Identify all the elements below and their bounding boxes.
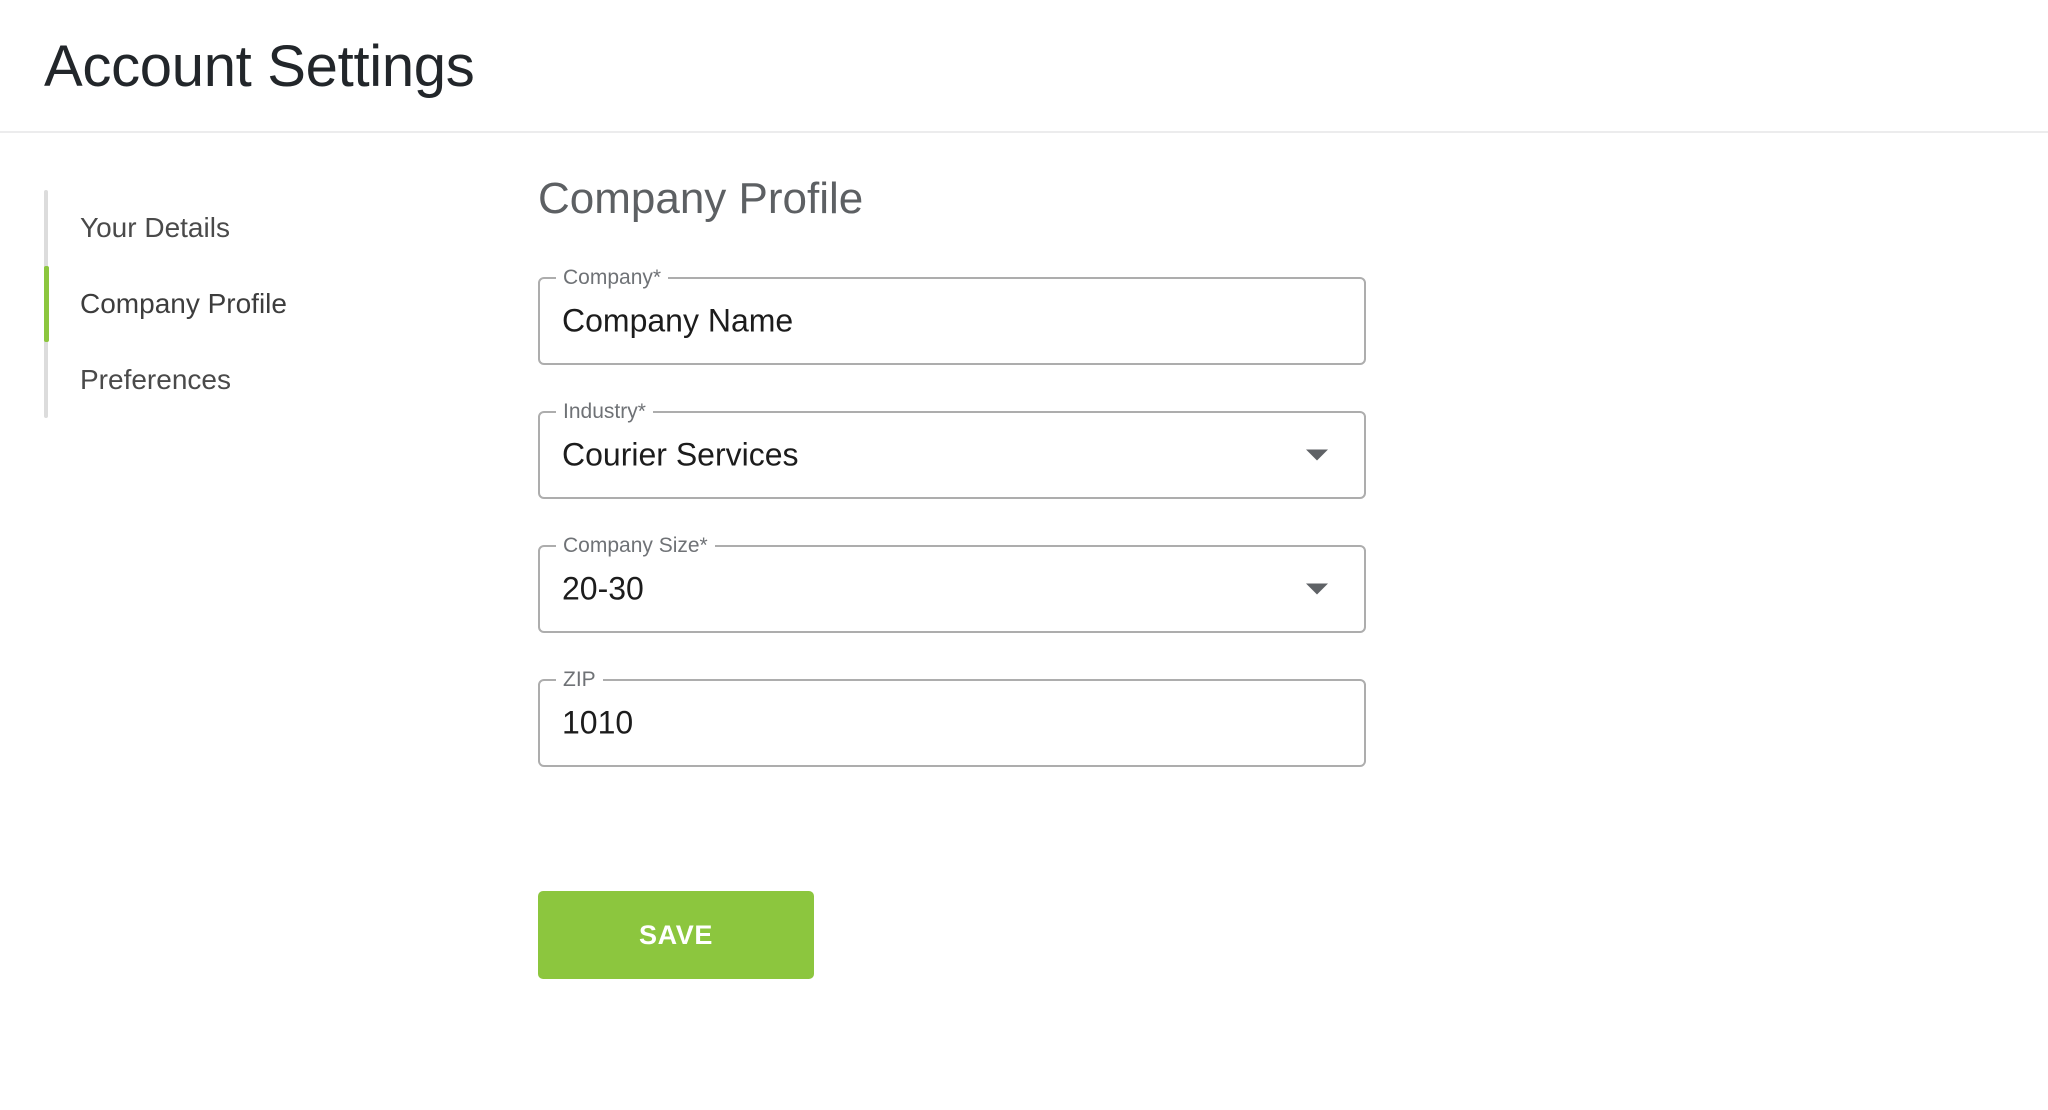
field-notch: Company Size* (556, 533, 715, 557)
field-notch: ZIP (556, 667, 603, 691)
sidebar-list: Your Details Company Profile Preferences (44, 190, 464, 418)
settings-content: Company Profile Company* Industry* (538, 177, 1838, 979)
company-size-field[interactable]: Company Size* (538, 533, 1366, 633)
sidebar-item-preferences[interactable]: Preferences (44, 342, 464, 418)
sidebar-item-your-details[interactable]: Your Details (44, 190, 464, 266)
settings-sidebar: Your Details Company Profile Preferences (44, 190, 464, 418)
company-size-select-value[interactable] (562, 570, 1292, 608)
company-field[interactable]: Company* (538, 265, 1366, 365)
save-row: SAVE (538, 891, 1366, 979)
sidebar-item-label: Your Details (80, 212, 230, 243)
company-input[interactable] (562, 302, 1292, 340)
sidebar-item-label: Company Profile (80, 288, 287, 319)
save-button[interactable]: SAVE (538, 891, 814, 979)
company-profile-form: Company* Industry* Co (538, 265, 1366, 979)
chevron-down-icon[interactable] (1306, 583, 1328, 595)
field-notch: Company* (556, 265, 669, 289)
page-body: Your Details Company Profile Preferences… (0, 133, 2048, 1110)
company-size-field-label: Company Size* (563, 533, 708, 557)
field-notch: Industry* (556, 399, 653, 423)
save-button-label: SAVE (639, 919, 713, 950)
industry-field[interactable]: Industry* (538, 399, 1366, 499)
section-title: Company Profile (538, 174, 864, 223)
industry-field-label: Industry* (563, 399, 646, 423)
zip-field-label: ZIP (563, 667, 596, 691)
sidebar-item-company-profile[interactable]: Company Profile (44, 266, 464, 342)
company-field-label: Company* (563, 265, 662, 289)
page-title: Account Settings (44, 34, 475, 99)
zip-input[interactable] (562, 704, 1292, 742)
page-header: Account Settings (0, 0, 2048, 133)
zip-field[interactable]: ZIP (538, 667, 1366, 767)
chevron-down-icon[interactable] (1306, 449, 1328, 461)
industry-select-value[interactable] (562, 436, 1292, 474)
account-settings-page: Account Settings Your Details Company Pr… (0, 0, 2048, 1110)
sidebar-item-label: Preferences (80, 364, 231, 395)
